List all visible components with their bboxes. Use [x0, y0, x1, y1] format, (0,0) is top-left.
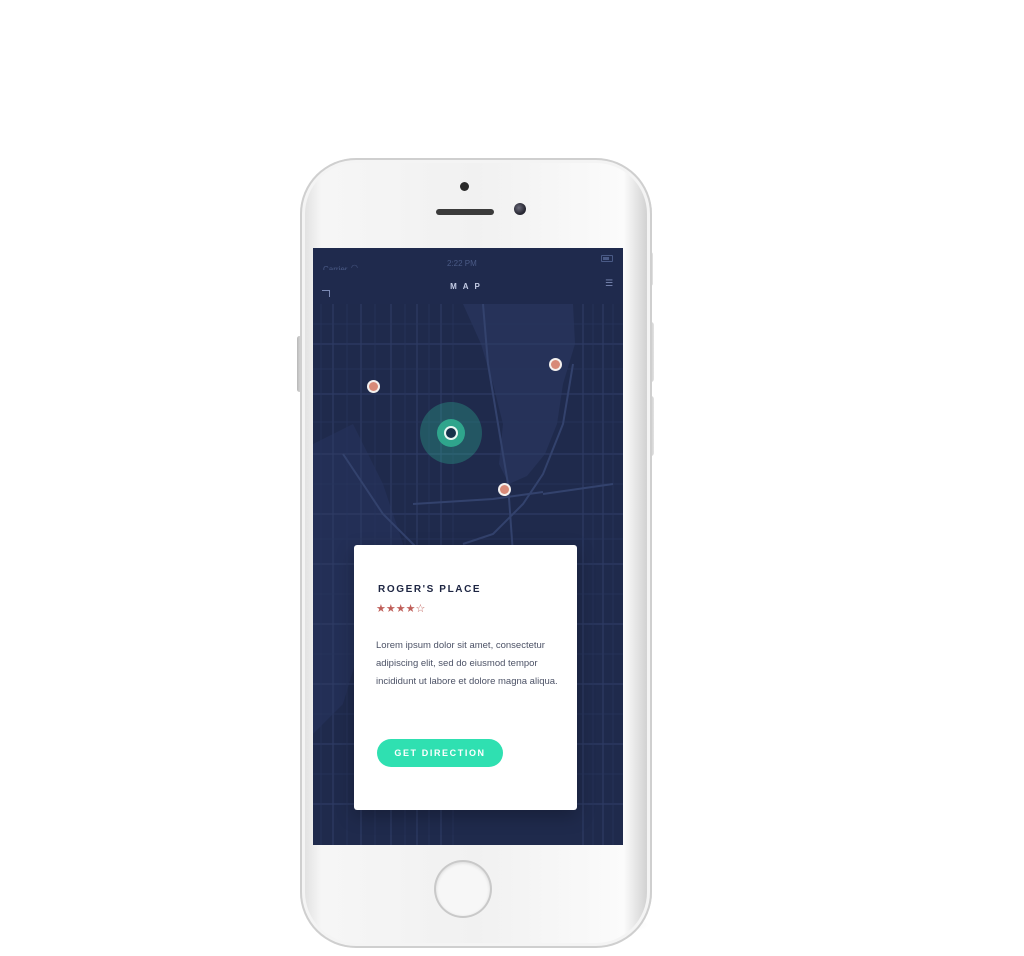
status-time: 2:22 PM [447, 259, 477, 268]
nav-bar: MAP ☰ [313, 270, 623, 304]
phone-screen: Carrier ◠ 2:22 PM MAP ☰ [313, 248, 623, 845]
map-pin[interactable] [551, 360, 560, 369]
map-pin[interactable] [369, 382, 378, 391]
status-bar: Carrier ◠ 2:22 PM [313, 248, 623, 274]
back-arrow-icon[interactable] [322, 290, 330, 297]
place-name: ROGER'S PLACE [378, 584, 482, 595]
page-title: MAP [450, 282, 486, 291]
front-camera [460, 182, 469, 191]
mockup-stage: Carrier ◠ 2:22 PM MAP ☰ [0, 0, 1024, 956]
battery-icon [601, 255, 613, 262]
home-button[interactable] [436, 862, 490, 916]
menu-icon[interactable]: ☰ [605, 279, 613, 289]
place-card: ROGER'S PLACE ★★★★☆ Lorem ipsum dolor si… [354, 545, 577, 810]
get-direction-button[interactable]: GET DIRECTION [377, 739, 503, 767]
place-description: Lorem ipsum dolor sit amet, consectetur … [376, 640, 558, 687]
user-location-icon[interactable] [446, 428, 456, 438]
map-pin[interactable] [500, 485, 509, 494]
earpiece-speaker [436, 209, 494, 215]
rating-stars: ★★★★☆ [376, 602, 426, 615]
facetime-camera [514, 203, 526, 215]
